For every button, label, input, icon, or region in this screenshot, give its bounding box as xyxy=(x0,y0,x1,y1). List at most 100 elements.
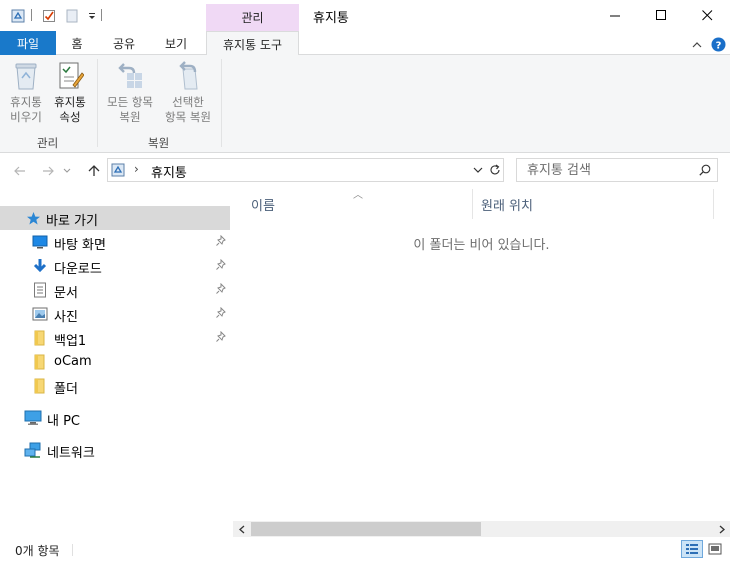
address-row: › 휴지통 xyxy=(0,153,730,189)
empty-recycle-bin-label-line2: 비우기 xyxy=(10,110,42,124)
search-icon[interactable] xyxy=(699,164,711,176)
status-separator xyxy=(72,544,73,556)
close-button[interactable] xyxy=(684,0,730,31)
restore-selected-label-line1: 선택한 xyxy=(172,95,204,109)
tab-recycle-bin-tools[interactable]: 휴지통 도구 xyxy=(206,31,299,56)
nav-item-label: oCam xyxy=(54,354,92,369)
column-header-original-location[interactable]: 원래 위치 xyxy=(481,189,716,219)
group-label-restore: 복원 xyxy=(148,136,170,150)
nav-item-folder-ocam[interactable]: oCam xyxy=(0,350,230,374)
scroll-right-icon[interactable] xyxy=(713,521,730,537)
nav-this-pc-label: 내 PC xyxy=(47,414,81,429)
empty-recycle-bin-button[interactable]: 휴지통 비우기 xyxy=(4,61,48,125)
scrollbar-thumb[interactable] xyxy=(251,522,481,536)
empty-recycle-bin-icon xyxy=(13,61,39,95)
scroll-left-icon[interactable] xyxy=(233,521,250,537)
properties-icon[interactable] xyxy=(41,8,57,24)
pin-icon[interactable] xyxy=(215,234,227,247)
large-icons-view-icon xyxy=(708,543,722,555)
search-box[interactable] xyxy=(516,158,718,182)
large-icons-view-button[interactable] xyxy=(704,540,726,558)
folder-icon xyxy=(31,377,49,395)
restore-selected-label-line2: 항목 복원 xyxy=(165,110,211,124)
nav-item-pictures[interactable]: 사진 xyxy=(0,302,230,326)
toolbar-separator xyxy=(101,9,102,21)
nav-item-label: 사진 xyxy=(54,310,78,325)
star-icon xyxy=(24,209,42,227)
nav-quick-access-label: 바로 가기 xyxy=(46,214,98,229)
new-folder-icon[interactable] xyxy=(64,8,80,24)
nav-quick-access[interactable]: 바로 가기 xyxy=(0,206,230,230)
folder-icon xyxy=(31,353,49,371)
nav-item-desktop[interactable]: 바탕 화면 xyxy=(0,230,230,254)
nav-item-label: 백업1 xyxy=(54,334,87,349)
minimize-button[interactable] xyxy=(592,0,638,31)
computer-icon xyxy=(24,409,42,427)
horizontal-scrollbar[interactable] xyxy=(233,521,730,537)
column-separator[interactable] xyxy=(713,189,714,219)
pin-icon[interactable] xyxy=(215,306,227,319)
refresh-icon[interactable] xyxy=(488,163,502,177)
pin-icon[interactable] xyxy=(215,258,227,271)
details-view-button[interactable] xyxy=(681,540,703,558)
ribbon-group-separator xyxy=(97,59,98,147)
column-header-name[interactable]: 이름 xyxy=(251,189,471,219)
nav-item-label: 바탕 화면 xyxy=(54,238,106,253)
restore-all-label-line1: 모든 항목 xyxy=(107,95,153,109)
recycle-bin-properties-label-line2: 속성 xyxy=(59,110,81,124)
restore-selected-icon xyxy=(173,61,203,95)
nav-item-documents[interactable]: 문서 xyxy=(0,278,230,302)
ribbon-tab-bar: 파일 홈 공유 보기 휴지통 도구 xyxy=(0,31,730,56)
restore-selected-items-button[interactable]: 선택한 항목 복원 xyxy=(160,61,216,125)
pictures-icon xyxy=(31,305,49,323)
nav-item-folder[interactable]: 폴더 xyxy=(0,374,230,398)
navigation-pane: 바로 가기 바탕 화면 다운로드 문서 사진 백업1 oCam 폴더 내 PC … xyxy=(0,189,232,537)
desktop-icon xyxy=(31,233,49,251)
back-button[interactable] xyxy=(10,161,30,181)
nav-network[interactable]: 네트워크 xyxy=(0,438,230,462)
empty-recycle-bin-label-line1: 휴지통 xyxy=(10,95,42,109)
breadcrumb-current[interactable]: 휴지통 xyxy=(151,162,187,181)
nav-this-pc[interactable]: 내 PC xyxy=(0,406,230,430)
forward-button[interactable] xyxy=(38,161,58,181)
recycle-bin-properties-label-line1: 휴지통 xyxy=(54,95,86,109)
restore-all-icon xyxy=(115,61,145,95)
customize-quick-access-icon[interactable] xyxy=(84,8,100,24)
ribbon-collapse-icon[interactable] xyxy=(689,36,705,52)
tab-share[interactable]: 공유 xyxy=(100,31,148,55)
tab-view[interactable]: 보기 xyxy=(152,31,200,55)
group-label-manage: 관리 xyxy=(37,136,59,150)
address-dropdown-icon[interactable] xyxy=(471,163,485,177)
maximize-button[interactable] xyxy=(638,0,684,31)
ribbon: 휴지통 비우기 휴지통 속성 관리 모든 항목 복원 선택한 항목 복원 복원 xyxy=(0,55,730,153)
nav-item-folder-backup1[interactable]: 백업1 xyxy=(0,326,230,350)
column-separator[interactable] xyxy=(472,189,473,219)
nav-item-downloads[interactable]: 다운로드 xyxy=(0,254,230,278)
nav-item-label: 다운로드 xyxy=(54,262,102,277)
tab-home[interactable]: 홈 xyxy=(56,31,98,55)
details-view-icon xyxy=(686,544,698,554)
recycle-bin-icon xyxy=(10,8,26,24)
recent-locations-button[interactable] xyxy=(60,161,74,181)
breadcrumb-chevron-icon[interactable]: › xyxy=(134,162,139,176)
address-bar[interactable]: › 휴지통 xyxy=(107,158,504,182)
ribbon-group-separator xyxy=(221,59,222,147)
toolbar-separator xyxy=(31,9,32,21)
pin-icon[interactable] xyxy=(215,282,227,295)
status-bar: 0개 항목 xyxy=(0,537,730,562)
recycle-bin-properties-button[interactable]: 휴지통 속성 xyxy=(48,61,92,125)
item-count: 0개 항목 xyxy=(15,544,60,558)
restore-all-items-button[interactable]: 모든 항목 복원 xyxy=(102,61,158,125)
folder-icon xyxy=(31,329,49,347)
up-button[interactable] xyxy=(84,161,104,181)
search-input[interactable] xyxy=(517,159,697,181)
restore-all-label-line2: 복원 xyxy=(119,110,141,124)
help-icon[interactable]: ? xyxy=(710,36,726,52)
recycle-bin-icon xyxy=(111,163,125,177)
file-list[interactable]: ︿ 이름 원래 위치 이 폴더는 비어 있습니다. xyxy=(233,189,730,521)
nav-item-label: 폴더 xyxy=(54,382,78,397)
properties-sheet-icon xyxy=(56,61,85,95)
pin-icon[interactable] xyxy=(215,330,227,343)
tab-file[interactable]: 파일 xyxy=(0,31,56,55)
document-icon xyxy=(31,281,49,299)
